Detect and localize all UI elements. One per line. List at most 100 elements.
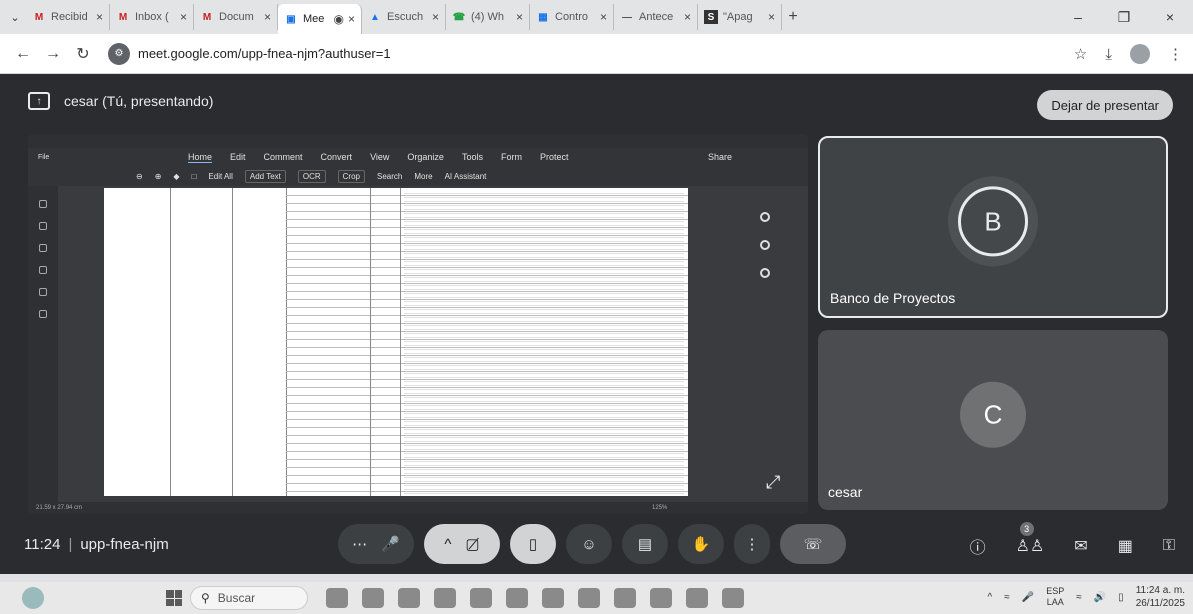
activities-icon[interactable]: ▦ [1118, 536, 1133, 556]
site-info-icon[interactable]: ⚙ [108, 42, 130, 65]
tab[interactable]: ▦ Contro × [530, 4, 614, 30]
battery-icon[interactable]: ▯ [1118, 592, 1124, 603]
new-tab-button[interactable]: + [782, 8, 804, 26]
more-options-button[interactable]: ⋮ [734, 524, 770, 564]
tab[interactable]: M Inbox (× [110, 4, 194, 30]
tab-title: Mee [303, 13, 325, 25]
chevron-up-icon[interactable]: ^ [988, 592, 993, 603]
volume-icon[interactable]: 🔊 [1094, 592, 1106, 603]
bookmark-star-icon[interactable]: ☆ [1074, 45, 1087, 63]
close-icon[interactable]: × [348, 12, 355, 26]
pinned-apps [326, 588, 744, 608]
app-icon[interactable] [542, 588, 564, 608]
recording-icon: ◉ [333, 12, 344, 26]
meet-icon: ▣ [286, 13, 296, 25]
chat-icon[interactable]: ✉ [1074, 536, 1087, 556]
reactions-button[interactable]: ☺ [566, 524, 612, 564]
url-text: meet.google.com/upp-fnea-njm?authuser=1 [138, 46, 391, 61]
close-window-icon[interactable]: × [1147, 9, 1193, 25]
whatsapp-icon: ☎ [452, 11, 466, 23]
tab-active[interactable]: ▣ Mee ◉ × [278, 4, 362, 34]
app-icon[interactable] [434, 588, 456, 608]
close-icon[interactable]: × [684, 10, 691, 24]
participant-name: Banco de Proyectos [830, 290, 956, 306]
host-controls-icon[interactable]: ⚿ [1163, 537, 1175, 555]
minimize-icon[interactable]: – [1055, 9, 1101, 25]
profile-avatar[interactable] [1130, 44, 1150, 64]
pdf-toolbar: ⊖ ⊕ ◆ □ Edit All Add Text OCR Crop Searc… [28, 166, 808, 186]
close-icon[interactable]: × [600, 10, 607, 24]
language-indicator[interactable]: ESP LAA [1046, 586, 1064, 608]
pdf-menu-item: Edit [230, 152, 246, 162]
app-icon[interactable] [398, 588, 420, 608]
stop-presenting-button[interactable]: Dejar de presentar [1037, 90, 1173, 120]
close-icon[interactable]: × [432, 10, 439, 24]
network-icon[interactable]: ≈ [1004, 592, 1010, 603]
app-icon[interactable] [686, 588, 708, 608]
sidebar-icon [39, 200, 47, 208]
info-icon[interactable]: ⓘ [970, 534, 986, 558]
windows-taskbar: ⚲ Buscar ^ ≈ 🎤 ESP LAA ≈ 🔊 ▯ 11:24 a. m. 2 [0, 582, 1193, 614]
taskbar-search[interactable]: ⚲ Buscar [190, 586, 308, 610]
avatar: B [958, 186, 1028, 257]
raise-hand-button[interactable]: ✋ [678, 524, 724, 564]
mic-button[interactable]: ⋯ 🎤 [338, 524, 414, 564]
close-icon[interactable]: × [180, 10, 187, 24]
tab[interactable]: M Docum × [194, 4, 278, 30]
menu-kebab-icon[interactable]: ⋮ [1168, 45, 1183, 63]
clock[interactable]: 11:24 a. m. 26/11/2025 [1136, 584, 1185, 610]
app-icon[interactable] [326, 588, 348, 608]
pdf-tool: Crop [337, 169, 365, 183]
toolbar-right: ☆ ⤓ ⋮ [1074, 34, 1183, 74]
participant-tile[interactable]: B Banco de Proyectos [818, 136, 1168, 318]
tab-title: Inbox ( [135, 11, 169, 23]
wifi-icon[interactable]: ≈ [1076, 592, 1082, 603]
captions-button[interactable]: ▤ [622, 524, 668, 564]
maximize-icon[interactable]: ❐ [1101, 9, 1147, 26]
app-icon[interactable] [722, 588, 744, 608]
close-icon[interactable]: × [516, 10, 523, 24]
app-icon[interactable] [650, 588, 672, 608]
tab-title: "Apag [723, 11, 753, 23]
camera-off-icon: ▢̸ [465, 536, 480, 553]
leave-call-button[interactable]: ☏ [780, 524, 846, 564]
present-button[interactable]: ▯ [510, 524, 556, 564]
sidebar-icon [39, 222, 47, 230]
close-icon[interactable]: × [768, 10, 775, 24]
people-button[interactable]: 3 ♙♙ [1016, 522, 1044, 556]
back-icon[interactable]: ← [8, 45, 38, 63]
pdf-sidebar [28, 186, 58, 502]
tab[interactable]: S "Apag × [698, 4, 782, 30]
address-bar[interactable]: ⚙ meet.google.com/upp-fnea-njm?authuser=… [108, 39, 1068, 69]
tab[interactable]: — Antece × [614, 4, 698, 30]
search-placeholder: Buscar [217, 591, 256, 605]
camera-button[interactable]: ^ ▢̸ [424, 524, 500, 564]
start-icon[interactable] [166, 590, 182, 606]
call-controls: ⋯ 🎤 ^ ▢̸ ▯ ☺ ▤ ✋ ⋮ ☏ [338, 524, 846, 564]
app-icon[interactable] [470, 588, 492, 608]
chrome-icon[interactable] [578, 588, 600, 608]
tab[interactable]: ☎ (4) Wh × [446, 4, 530, 30]
tab-title: Docum [219, 11, 254, 23]
close-icon[interactable]: × [264, 10, 271, 24]
mic-icon[interactable]: 🎤 [1022, 592, 1034, 603]
clock-time: 11:24 a. m. [1135, 585, 1185, 596]
pdf-right-panel [748, 194, 788, 314]
tab[interactable]: ▲ Escuch × [362, 4, 446, 30]
meet-stage: ↑ cesar (Tú, presentando) Dejar de prese… [0, 74, 1193, 574]
screen: ⌄ M Recibid × M Inbox (× M Docum × ▣ Mee ◉ × ▲ Es… [0, 0, 1193, 614]
download-icon[interactable]: ⤓ [1105, 46, 1112, 63]
participant-tile[interactable]: C cesar [818, 330, 1168, 510]
tab[interactable]: M Recibid × [26, 4, 110, 30]
reload-icon[interactable]: ↻ [68, 44, 98, 64]
close-icon[interactable]: × [96, 10, 103, 24]
forward-icon[interactable]: → [38, 45, 68, 63]
weather-icon[interactable] [22, 587, 44, 609]
pdf-tool: More [414, 171, 433, 181]
app-icon[interactable] [614, 588, 636, 608]
tab-search-chevron-icon[interactable]: ⌄ [4, 5, 26, 29]
pdf-menu-item: Convert [320, 152, 353, 162]
app-icon[interactable] [362, 588, 384, 608]
app-icon[interactable] [506, 588, 528, 608]
expand-icon[interactable]: ⤢ [766, 472, 780, 493]
